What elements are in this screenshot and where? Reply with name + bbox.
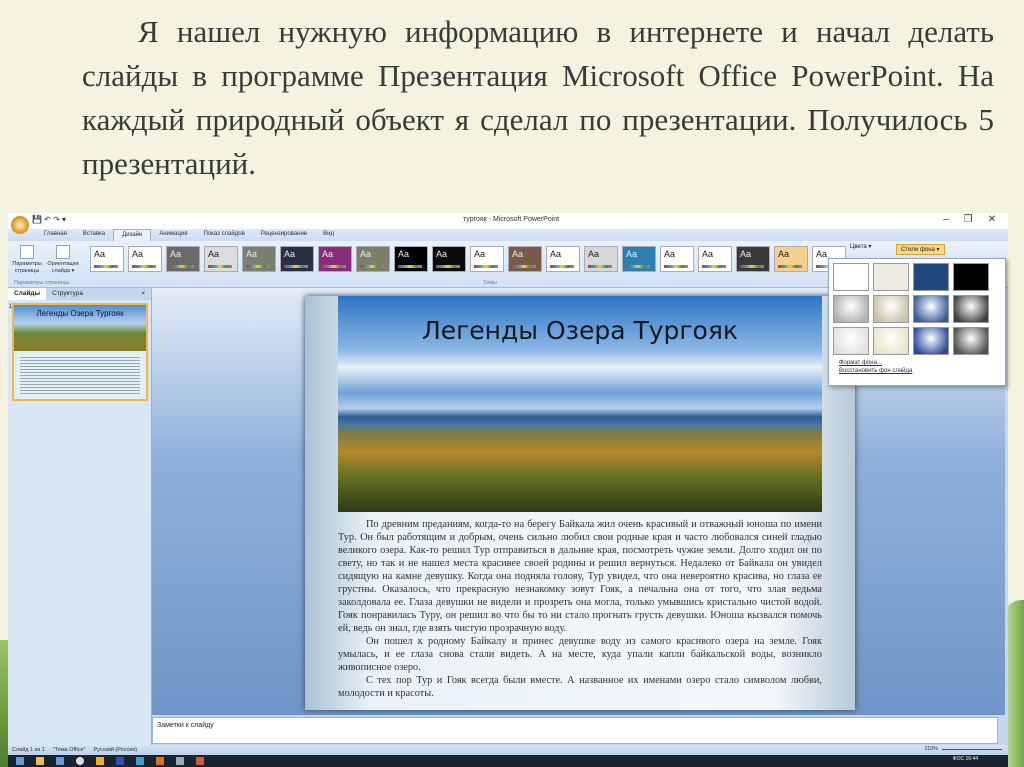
tab-outline[interactable]: Структура [46,288,89,300]
slide-title[interactable]: Легенды Озера Тургояк [338,316,822,345]
colors-button[interactable]: Цвета ▾ [850,243,871,250]
theme-thumbnail[interactable]: Aa [584,246,618,272]
paragraph: С тех пор Тур и Гояк всегда были вместе.… [338,675,822,699]
background-swatch[interactable] [953,295,989,323]
background-styles-dropdown: Формат фона... Восстановить фон слайда [828,258,1006,386]
app-icon[interactable] [96,757,104,765]
theme-thumbnail[interactable]: Aa [204,246,238,272]
slide-thumbnail[interactable]: Легенды Озера Тургояк [12,303,148,401]
background-swatches [829,259,1005,359]
orientation-icon [56,245,70,259]
tab-design[interactable]: Дизайн [113,229,152,241]
theme-thumbnail[interactable]: Aa [356,246,390,272]
quick-access-toolbar[interactable]: 💾 ↶ ↷ ▾ [32,215,66,224]
paragraph: Он пошел к родному Байкалу и принес деву… [338,636,822,673]
page-setup-button[interactable]: Параметры страницы [10,245,44,275]
background-swatch[interactable] [873,295,909,323]
theme-thumbnail[interactable]: Aa [318,246,352,272]
notes-field[interactable]: Заметки к слайду [152,717,998,744]
close-pane-button[interactable]: × [135,288,151,300]
tab-slideshow[interactable]: Показ слайдов [196,229,253,241]
theme-thumbnail[interactable]: Aa [660,246,694,272]
theme-thumbnail[interactable]: Aa [432,246,466,272]
firefox-icon[interactable] [156,757,164,765]
theme-thumbnail[interactable]: Aa [242,246,276,272]
folder-icon[interactable] [36,757,44,765]
orientation-label: Ориентация слайда ▾ [47,261,79,274]
browser-icon[interactable] [76,757,84,765]
theme-thumbnail[interactable]: Aa [470,246,504,272]
theme-thumbnail[interactable]: Aa [90,246,124,272]
background-swatch[interactable] [833,295,869,323]
thumbnail-title: Легенды Озера Тургояк [14,305,146,351]
tab-review[interactable]: Рецензирование [253,229,315,241]
background-swatch[interactable] [913,295,949,323]
status-theme: "Тема Office" [52,747,86,753]
format-background-item[interactable]: Формат фона... [829,359,1005,367]
page-icon [20,245,34,259]
background-swatch[interactable] [953,327,989,355]
background-swatch[interactable] [953,263,989,291]
language-indicator[interactable]: ФОС [953,756,964,762]
theme-thumbnail[interactable]: Aa [280,246,314,272]
background-swatch[interactable] [833,327,869,355]
theme-thumbnail[interactable]: Aa [546,246,580,272]
tab-home[interactable]: Главная [36,229,75,241]
tab-insert[interactable]: Вставка [75,229,113,241]
time: 16:44 [965,756,978,762]
close-button[interactable]: ✕ [984,214,1000,225]
paragraph: По древним преданиям, когда-то на берегу… [338,519,822,634]
theme-thumbnail[interactable]: Aa [774,246,808,272]
office-button[interactable] [11,216,29,234]
powerpoint-icon[interactable] [196,757,204,765]
app-icon[interactable] [136,757,144,765]
maximize-button[interactable]: ❐ [960,214,976,225]
theme-thumbnail[interactable]: Aa [622,246,656,272]
zoom-level[interactable]: 110% [924,746,938,752]
status-slide: Слайд 1 из 1 [12,747,45,753]
clock: ФОС 16:44 [953,756,978,762]
theme-thumbnail[interactable]: Aa [736,246,770,272]
page-setup-label: Параметры страницы [12,261,42,274]
background-swatch[interactable] [873,263,909,291]
heading-text: Я нашел нужную информацию в интернете и … [82,14,994,181]
background-swatch[interactable] [833,263,869,291]
window-title: тургояк - Microsoft PowerPoint [463,216,560,223]
reset-background-item[interactable]: Восстановить фон слайда [829,367,1005,375]
tab-animation[interactable]: Анимация [151,229,195,241]
group-label-themes: Темы [483,280,497,286]
minimize-button[interactable]: – [938,214,954,225]
thumbnail-text [20,355,140,395]
powerpoint-screenshot: 💾 ↶ ↷ ▾ тургояк - Microsoft PowerPoint –… [8,213,1008,767]
orientation-button[interactable]: Ориентация слайда ▾ [46,245,80,275]
theme-thumbnail[interactable]: Aa [508,246,542,272]
title-bar: 💾 ↶ ↷ ▾ тургояк - Microsoft PowerPoint –… [8,213,1008,234]
status-language[interactable]: Русский (Россия) [93,747,137,753]
slide-canvas[interactable]: Легенды Озера Тургояк По древним предани… [305,296,855,710]
lake-photo: Легенды Озера Тургояк [338,296,822,512]
app-icon[interactable] [176,757,184,765]
zoom-slider[interactable] [942,748,1002,750]
slides-pane: Слайды Структура × 1 Легенды Озера Турго… [8,288,152,745]
theme-thumbnail[interactable]: Aa [698,246,732,272]
theme-thumbnail[interactable]: Aa [128,246,162,272]
theme-thumbnail[interactable]: Aa [166,246,200,272]
themes-gallery: Aa Aa Aa Aa Aa Aa Aa Aa Aa Aa Aa Aa Aa Aa Aa Aa Aa Aa Aa Aa [90,246,846,272]
taskbar: ФОС 16:44 [8,755,1008,767]
save-app-icon[interactable] [56,757,64,765]
tab-view[interactable]: Вид [315,229,342,241]
app-icon[interactable] [116,757,124,765]
theme-thumbnail[interactable]: Aa [394,246,428,272]
status-bar: Слайд 1 из 1 "Тема Office" Русский (Росс… [8,745,1008,755]
background-swatch[interactable] [913,327,949,355]
slide-body-text[interactable]: По древним преданиям, когда-то на берегу… [338,518,822,700]
ribbon-tabs: Главная Вставка Дизайн Анимация Показ сл… [8,229,1008,241]
background-styles-button[interactable]: Стили фона ▾ [896,244,945,255]
start-icon[interactable] [16,757,24,765]
background-swatch[interactable] [913,263,949,291]
background-swatch[interactable] [873,327,909,355]
group-label-page-setup: Параметры страницы [14,280,70,286]
tab-slides[interactable]: Слайды [8,288,47,300]
